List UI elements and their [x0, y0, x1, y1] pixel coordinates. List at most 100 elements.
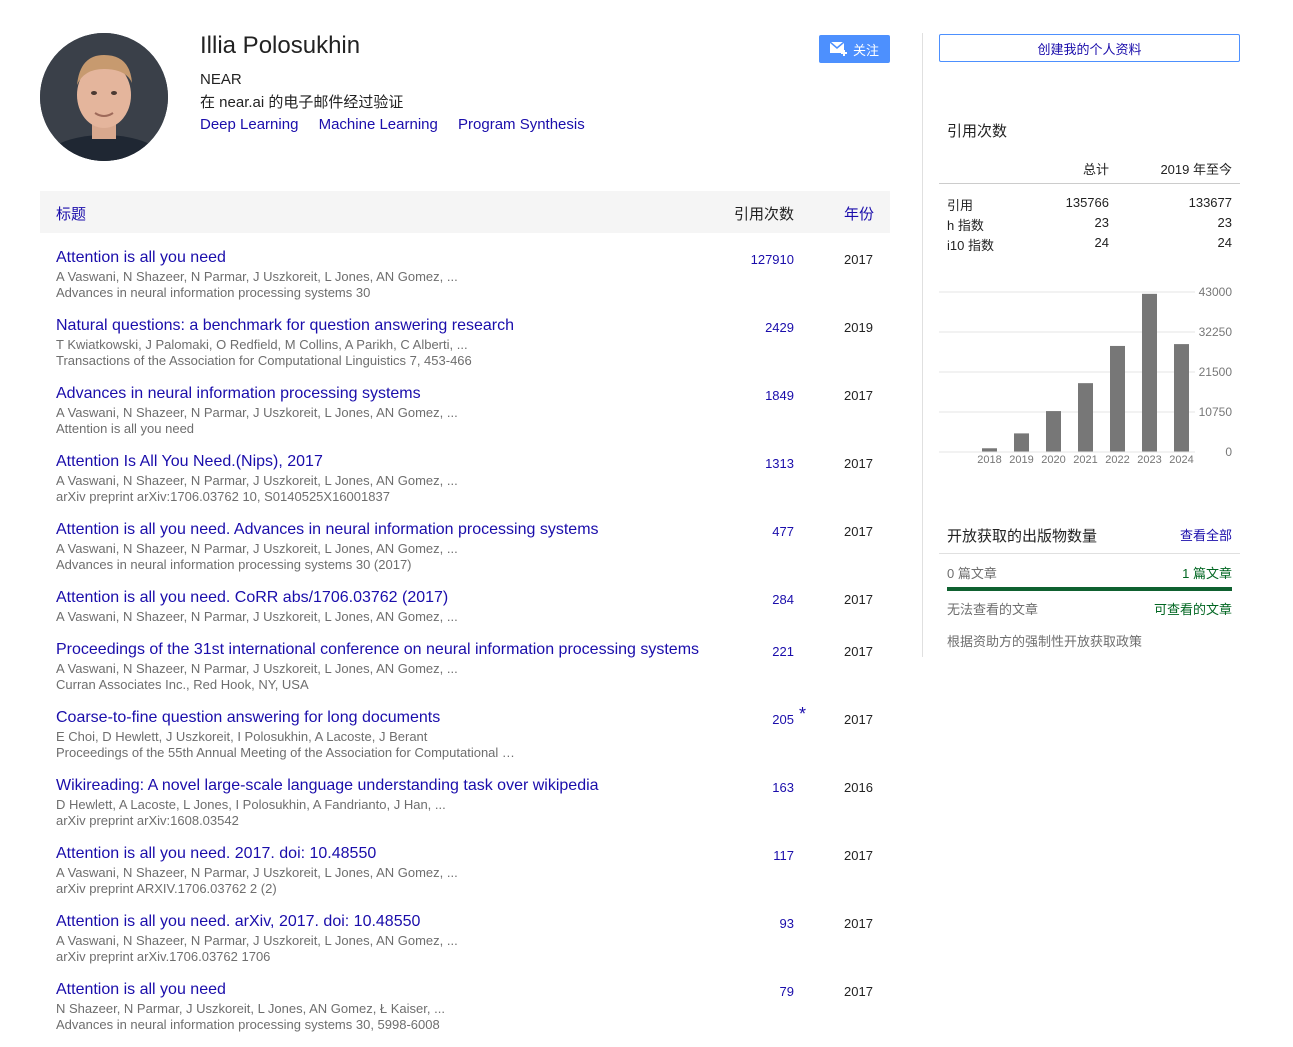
x-tick-label: 2018	[977, 454, 1001, 466]
table-row: Natural questions: a benchmark for quest…	[40, 301, 890, 369]
article-cites-link[interactable]: 2429	[765, 320, 794, 335]
open-access-progress-bar	[947, 587, 1232, 591]
article-cites-link[interactable]: 205	[772, 712, 794, 727]
avatar	[40, 33, 168, 161]
stats-row: 引用 135766 133677	[939, 193, 1240, 213]
chart-bar-2021[interactable]	[1078, 383, 1093, 452]
chart-bar-2019[interactable]	[1014, 433, 1029, 452]
article-venue: arXiv preprint ARXIV.1706.03762 2 (2)	[56, 881, 277, 896]
article-year: 2017	[844, 848, 873, 863]
profile-email-verified: 在 near.ai 的电子邮件经过验证	[200, 94, 404, 111]
article-authors: A Vaswani, N Shazeer, N Parmar, J Uszkor…	[56, 933, 458, 948]
table-row: Attention is all you need. CoRR abs/1706…	[40, 573, 890, 625]
article-authors: A Vaswani, N Shazeer, N Parmar, J Uszkor…	[56, 269, 458, 284]
column-divider	[922, 33, 923, 657]
chart-bar-2020[interactable]	[1046, 411, 1061, 452]
article-authors: D Hewlett, A Lacoste, L Jones, I Polosuk…	[56, 797, 446, 812]
column-title-header[interactable]: 标题	[56, 203, 86, 224]
stats-header: 总计 2019 年至今	[939, 150, 1240, 184]
chart-bar-2018[interactable]	[982, 448, 997, 452]
article-year: 2017	[844, 712, 873, 727]
stats-label[interactable]: h 指数	[947, 215, 984, 234]
chart-bar-2023[interactable]	[1142, 293, 1157, 452]
article-cites-link[interactable]: 93	[780, 916, 794, 931]
available-count: 1 篇文章	[1182, 566, 1232, 581]
article-year: 2017	[844, 644, 873, 659]
article-cites-link[interactable]: 221	[772, 644, 794, 659]
interest-link[interactable]: Deep Learning	[200, 116, 298, 133]
article-cites-link[interactable]: 117	[773, 848, 794, 863]
stats-label[interactable]: 引用	[947, 195, 973, 214]
article-title-link[interactable]: Attention is all you need. arXiv, 2017. …	[56, 913, 420, 931]
stats-since-value: 133677	[1188, 195, 1232, 210]
available-label: 可查看的文章	[1153, 602, 1232, 617]
table-row: Attention is all you need N Shazeer, N Pa…	[40, 965, 890, 1033]
article-title-link[interactable]: Attention Is All You Need.(Nips), 2017	[56, 453, 323, 471]
article-title-link[interactable]: Attention is all you need. CoRR abs/1706…	[56, 589, 448, 607]
table-row: Attention is all you need A Vaswani, N Sh…	[40, 233, 890, 301]
stats-row: i10 指数 24 24	[939, 233, 1240, 253]
article-title-link[interactable]: Attention is all you need. Advances in n…	[56, 521, 599, 539]
article-venue: arXiv preprint arXiv:1706.03762 10, S014…	[56, 489, 390, 504]
open-access-divider	[939, 553, 1240, 554]
article-title-link[interactable]: Attention is all you need	[56, 249, 226, 267]
y-tick-label: 10750	[1199, 405, 1233, 419]
x-tick-label: 2024	[1169, 454, 1193, 466]
article-venue: Transactions of the Association for Comp…	[56, 353, 472, 368]
stats-label[interactable]: i10 指数	[947, 235, 994, 254]
table-row: Attention is all you need. arXiv, 2017. …	[40, 897, 890, 965]
article-year: 2017	[844, 388, 873, 403]
table-row: Attention is all you need. 2017. doi: 10…	[40, 829, 890, 897]
article-authors: A Vaswani, N Shazeer, N Parmar, J Uszkor…	[56, 473, 458, 488]
interest-link[interactable]: Program Synthesis	[458, 116, 585, 133]
x-tick-label: 2019	[1009, 454, 1033, 466]
article-title-link[interactable]: Natural questions: a benchmark for quest…	[56, 317, 514, 335]
table-row: Wikireading: A novel large-scale languag…	[40, 761, 890, 829]
article-title-link[interactable]: Attention is all you need	[56, 981, 226, 999]
open-access-title: 开放获取的出版物数量	[947, 528, 1098, 545]
citations-per-year-chart: 43000 32250 21500 10750 0 2018 2019 2020 2021 202…	[939, 280, 1240, 470]
stats-header-since: 2019 年至今	[1160, 162, 1232, 177]
unavailable-count: 0 篇文章	[947, 566, 997, 581]
mail-plus-icon	[829, 42, 848, 56]
stats-all-value: 23	[1094, 215, 1109, 230]
article-venue: Advances in neural information processin…	[56, 285, 371, 300]
citations-chart-svg: 43000 32250 21500 10750 0 2018 2019 2020 2021 202…	[939, 285, 1233, 466]
y-tick-label: 21500	[1199, 365, 1233, 379]
merged-citations-star: *	[799, 704, 807, 724]
article-cites-link[interactable]: 163	[772, 780, 794, 795]
article-authors: A Vaswani, N Shazeer, N Parmar, J Uszkor…	[56, 661, 458, 676]
article-title-link[interactable]: Wikireading: A novel large-scale languag…	[56, 777, 599, 795]
article-cites-link[interactable]: 79	[780, 984, 794, 999]
article-title-link[interactable]: Advances in neural information processin…	[56, 385, 421, 403]
column-year-header[interactable]: 年份	[844, 203, 874, 224]
y-tick-label: 32250	[1199, 325, 1233, 339]
article-cites-link[interactable]: 127910	[751, 252, 794, 267]
article-title-link[interactable]: Attention is all you need. 2017. doi: 10…	[56, 845, 376, 863]
x-tick-label: 2022	[1105, 454, 1129, 466]
open-access-view-all-link[interactable]: 查看全部	[1180, 525, 1232, 544]
open-access-mandate-note[interactable]: 根据资助方的强制性开放获取政策	[947, 631, 1142, 650]
article-cites-link[interactable]: 477	[772, 524, 794, 539]
x-tick-label: 2023	[1137, 454, 1161, 466]
article-venue: Attention is all you need	[56, 421, 195, 436]
article-cites-link[interactable]: 284	[772, 592, 794, 607]
articles-table-header: 标题 引用次数 年份	[40, 191, 890, 233]
article-authors: A Vaswani, N Shazeer, N Parmar, J Uszkor…	[56, 609, 458, 624]
y-tick-label: 0	[1225, 445, 1232, 459]
article-venue: Proceedings of the 55th Annual Meeting o…	[56, 745, 515, 760]
article-authors: A Vaswani, N Shazeer, N Parmar, J Uszkor…	[56, 541, 458, 556]
article-title-link[interactable]: Proceedings of the 31st international co…	[56, 641, 699, 659]
column-cites-header: 引用次数	[733, 206, 794, 223]
article-cites-link[interactable]: 1313	[765, 456, 794, 471]
article-venue: arXiv preprint arXiv:1608.03542	[56, 813, 239, 828]
chart-bar-2022[interactable]	[1110, 345, 1125, 452]
chart-bar-2024[interactable]	[1174, 344, 1189, 452]
follow-button[interactable]: 关注	[819, 35, 890, 63]
create-profile-button[interactable]: 创建我的个人资料	[939, 34, 1240, 62]
article-title-link[interactable]: Coarse-to-fine question answering for lo…	[56, 709, 440, 727]
table-row: Proceedings of the 31st international co…	[40, 625, 890, 693]
article-authors: T Kwiatkowski, J Palomaki, O Redfield, M…	[56, 337, 468, 352]
interest-link[interactable]: Machine Learning	[319, 116, 438, 133]
article-cites-link[interactable]: 1849	[765, 388, 794, 403]
